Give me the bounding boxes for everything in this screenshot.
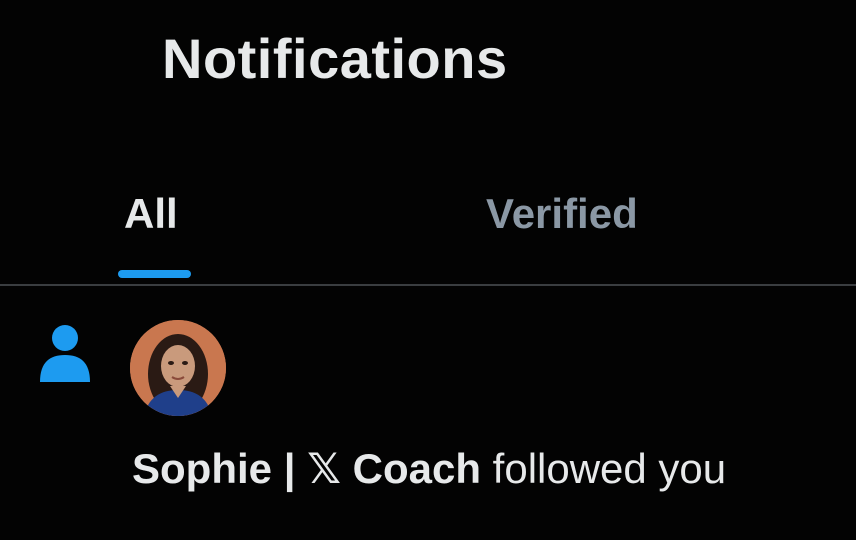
active-tab-indicator bbox=[118, 270, 191, 278]
follower-name-second[interactable]: 𝕏 Coach bbox=[307, 445, 481, 492]
notifications-screen: Notifications All Verified Sophie | 𝕏 Co… bbox=[0, 0, 856, 540]
notification-action: followed you bbox=[492, 445, 727, 492]
avatar[interactable] bbox=[130, 320, 226, 416]
follower-name-first[interactable]: Sophie bbox=[132, 445, 272, 492]
person-follow-icon bbox=[40, 325, 90, 382]
tab-verified[interactable]: Verified bbox=[486, 190, 638, 238]
tab-all[interactable]: All bbox=[124, 190, 178, 238]
notification-tabs: All Verified bbox=[0, 180, 856, 286]
name-separator: | bbox=[283, 445, 296, 492]
avatar-portrait-icon bbox=[130, 320, 226, 416]
notification-text: Sophie | 𝕏 Coach followed you bbox=[132, 444, 726, 493]
page-title: Notifications bbox=[162, 27, 508, 90]
